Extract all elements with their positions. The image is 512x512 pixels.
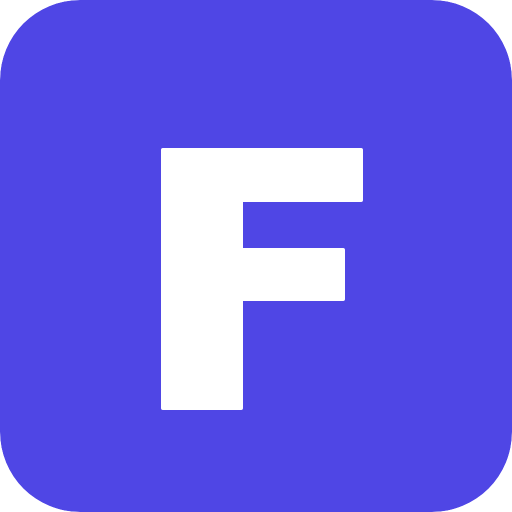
- f-logo-icon: [0, 0, 512, 512]
- app-icon: [0, 0, 512, 512]
